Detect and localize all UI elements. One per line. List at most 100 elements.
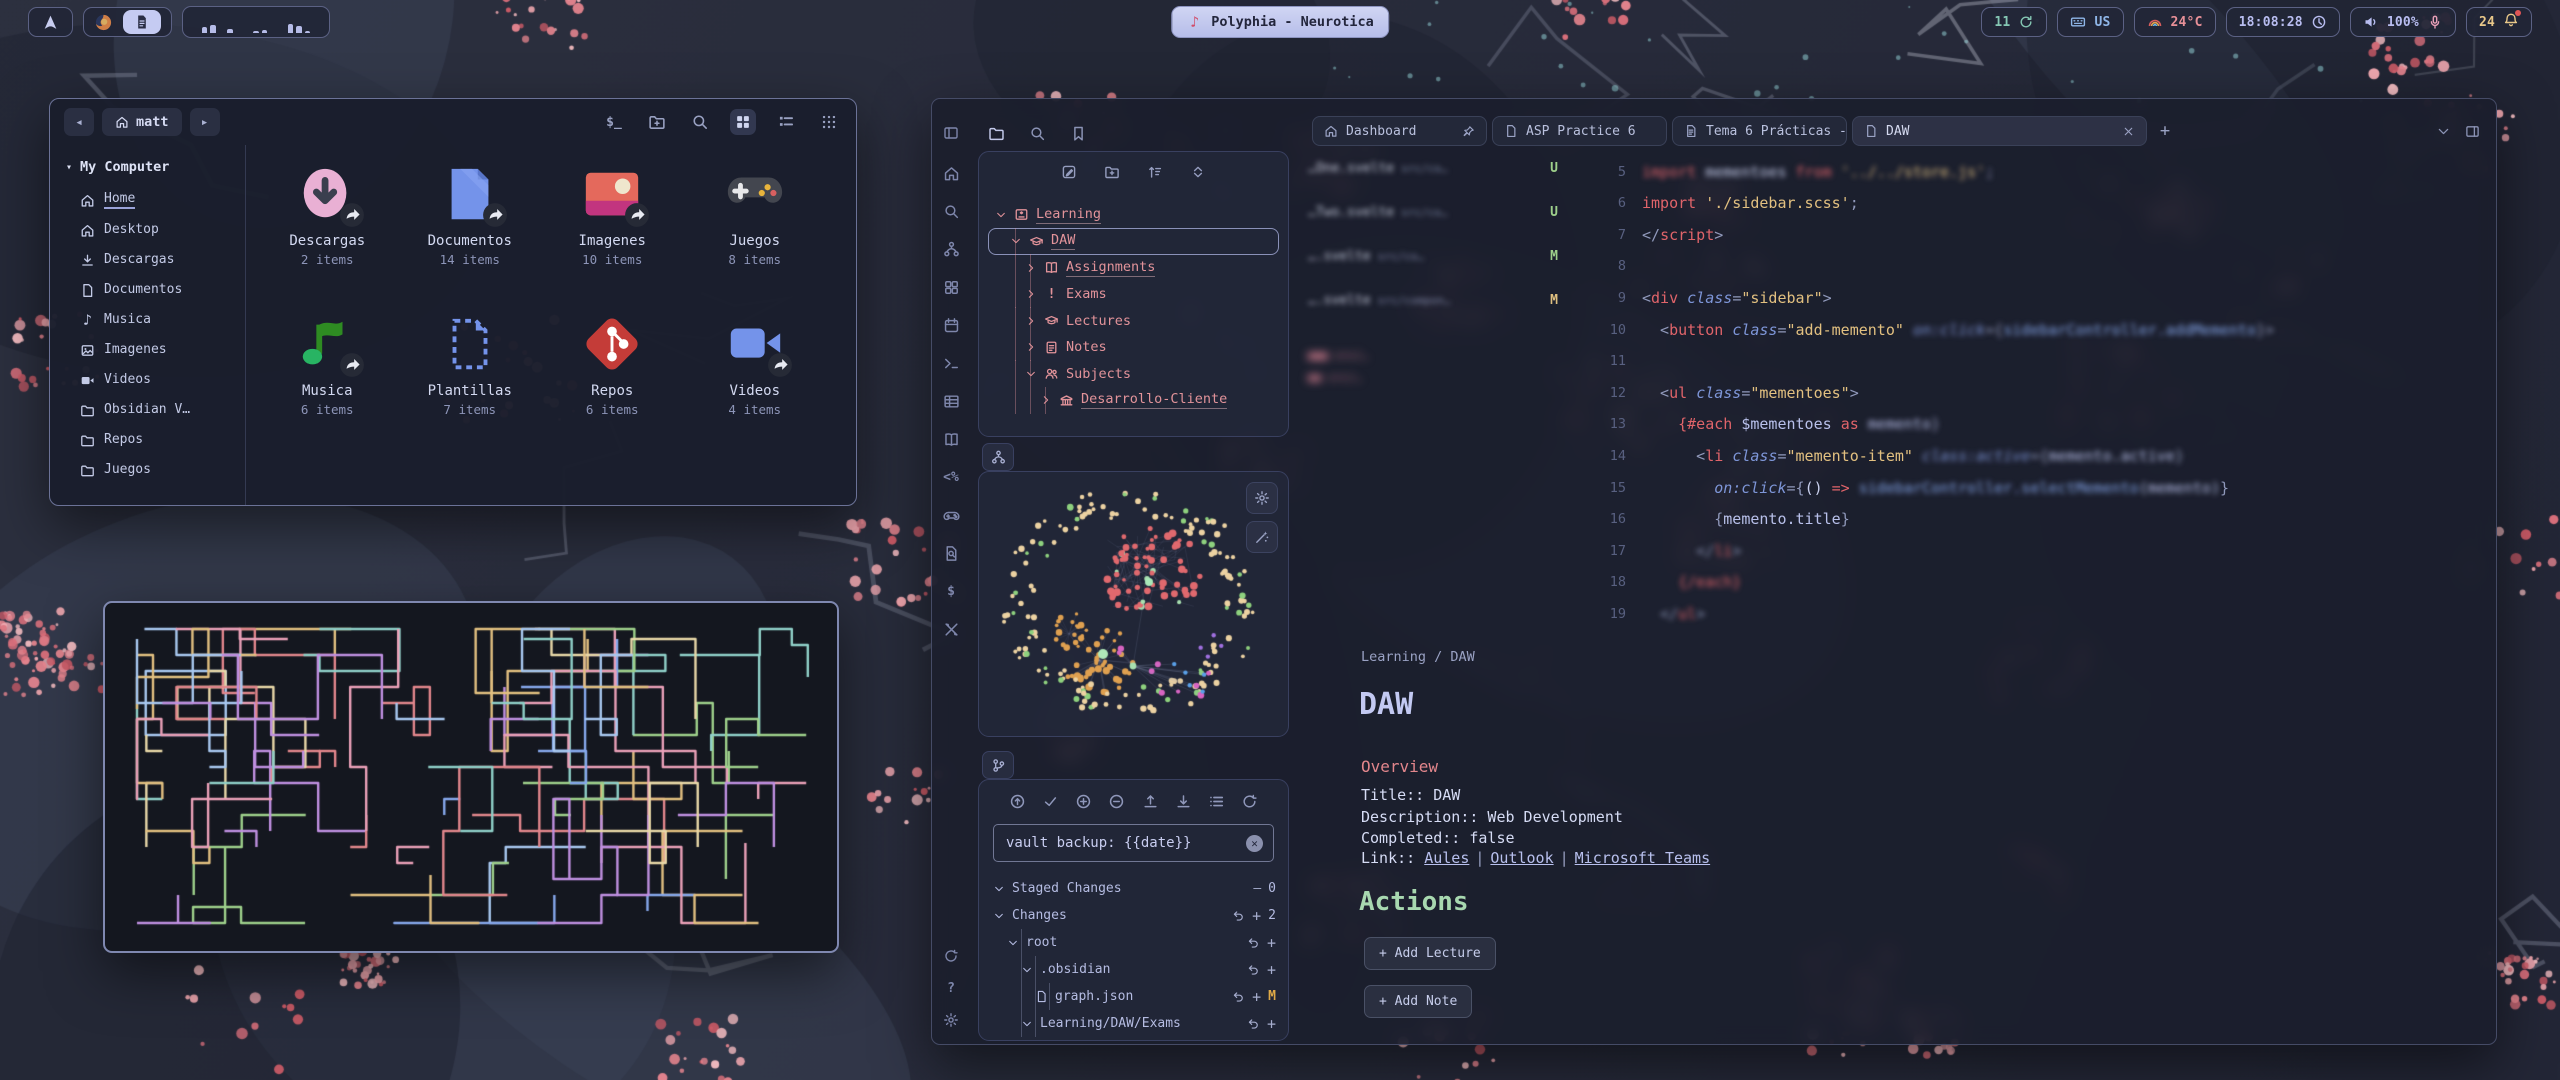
now-playing[interactable]: ♪ Polyphia - Neurotica bbox=[1171, 6, 1389, 38]
forward-button[interactable]: ▸ bbox=[190, 108, 220, 136]
push-icon[interactable] bbox=[1142, 793, 1159, 810]
stage-icon[interactable]: + bbox=[1252, 907, 1261, 925]
tree-item-learning[interactable]: Learning bbox=[989, 202, 1278, 227]
workspace-switcher[interactable] bbox=[83, 7, 172, 37]
sync-icon[interactable] bbox=[943, 948, 959, 964]
git-row-graph.json[interactable]: graph.json+M bbox=[991, 984, 1276, 1009]
new-note-icon[interactable] bbox=[1061, 164, 1077, 180]
dollar-icon[interactable]: $ bbox=[943, 583, 960, 600]
template-icon[interactable]: <% bbox=[943, 469, 960, 486]
tree-item-exams[interactable]: !Exams bbox=[989, 282, 1278, 307]
git-row-.obsidian[interactable]: .obsidian+ bbox=[991, 957, 1276, 982]
file-search-icon[interactable] bbox=[943, 545, 960, 562]
tree-item-lectures[interactable]: Lectures bbox=[989, 308, 1278, 333]
unstage-icon[interactable]: — bbox=[1253, 881, 1261, 896]
stage-icon[interactable]: + bbox=[1267, 961, 1276, 979]
stage-icon[interactable]: + bbox=[1267, 934, 1276, 952]
firefox-icon[interactable] bbox=[94, 13, 113, 32]
git-row-root[interactable]: root+ bbox=[991, 930, 1276, 955]
wand-button[interactable] bbox=[1246, 521, 1278, 553]
sort-icon[interactable] bbox=[1147, 164, 1163, 180]
commit-icon[interactable] bbox=[1009, 793, 1026, 810]
tree-item-daw[interactable]: DAW bbox=[989, 229, 1278, 254]
git-row-stagedchanges[interactable]: Staged Changes—0 bbox=[991, 876, 1276, 901]
commit-message-input[interactable] bbox=[1004, 834, 1246, 852]
tab-dashboard[interactable]: Dashboard bbox=[1312, 116, 1487, 146]
launcher-button[interactable] bbox=[28, 7, 73, 37]
graph-canvas[interactable] bbox=[981, 474, 1288, 736]
sidebar-item-desktop[interactable]: Desktop bbox=[80, 215, 245, 245]
folder-documentos[interactable]: Documentos14 items bbox=[399, 163, 542, 313]
git-row-learningdawexams[interactable]: Learning/DAW/Exams+ bbox=[991, 1011, 1276, 1036]
note-link-outlook[interactable]: Outlook bbox=[1490, 849, 1553, 867]
folder-musica[interactable]: Musica6 items bbox=[256, 313, 399, 463]
pin-icon[interactable] bbox=[1462, 125, 1475, 138]
folder-imagenes[interactable]: Imagenes10 items bbox=[541, 163, 684, 313]
folder-descargas[interactable]: Descargas2 items bbox=[256, 163, 399, 313]
settings-button[interactable] bbox=[1246, 482, 1278, 514]
sidebar-item-musica[interactable]: ♪Musica bbox=[80, 305, 245, 335]
list-view-button[interactable] bbox=[773, 109, 799, 135]
status-updates[interactable]: 11 bbox=[1981, 7, 2047, 37]
source-control-file[interactable]: ….sveltesrc/compon…M bbox=[1308, 293, 1558, 308]
sidebar-section-header[interactable]: ▾My Computer bbox=[66, 159, 245, 175]
tree-item-desarrollo-cliente[interactable]: Desarrollo-Cliente bbox=[989, 388, 1278, 413]
graph-icon[interactable] bbox=[943, 241, 960, 258]
calendar-icon[interactable] bbox=[943, 317, 960, 334]
folder-icon[interactable] bbox=[988, 125, 1005, 142]
undo-icon[interactable] bbox=[1247, 936, 1260, 949]
close-icon[interactable] bbox=[2122, 125, 2135, 138]
sidebar-item-repos[interactable]: Repos bbox=[80, 425, 245, 455]
status-audio[interactable]: 100% bbox=[2350, 7, 2456, 37]
undo-icon[interactable] bbox=[1247, 963, 1260, 976]
circle-minus-icon[interactable] bbox=[1108, 793, 1125, 810]
tab-daw[interactable]: DAW bbox=[1852, 116, 2147, 146]
gamepad-icon[interactable] bbox=[943, 507, 960, 524]
git-badge[interactable] bbox=[982, 751, 1014, 779]
grid-view-button[interactable] bbox=[730, 109, 756, 135]
check-icon[interactable] bbox=[1042, 793, 1059, 810]
undo-icon[interactable] bbox=[1247, 1017, 1260, 1030]
search-icon[interactable] bbox=[1029, 125, 1046, 142]
folder-repos[interactable]: Repos6 items bbox=[541, 313, 684, 463]
stage-icon[interactable]: + bbox=[1252, 988, 1261, 1006]
graph-badge[interactable] bbox=[982, 443, 1014, 471]
pull-icon[interactable] bbox=[1175, 793, 1192, 810]
git-row-changes[interactable]: Changes+2 bbox=[991, 903, 1276, 928]
tab-asp-practice-6[interactable]: ASP Practice 6 bbox=[1492, 116, 1667, 146]
button---add-note[interactable]: + Add Note bbox=[1364, 985, 1472, 1018]
new-folder-icon[interactable] bbox=[1104, 164, 1120, 180]
tree-item-notes[interactable]: Notes bbox=[989, 335, 1278, 360]
undo-icon[interactable] bbox=[1232, 990, 1245, 1003]
sidebar-item-descargas[interactable]: Descargas bbox=[80, 245, 245, 275]
sidebar-item-obsidianv[interactable]: Obsidian V… bbox=[80, 395, 245, 425]
tab-tema-6-pr-cticas---[interactable]: Tema 6 Prácticas -… bbox=[1672, 116, 1847, 146]
source-control-file[interactable]: …Two.sveltesrc/co…U bbox=[1308, 205, 1558, 220]
note-link-microsoft-teams[interactable]: Microsoft Teams bbox=[1575, 849, 1710, 867]
tree-item-assignments[interactable]: Assignments bbox=[989, 255, 1278, 280]
terminal-button[interactable]: $_ bbox=[601, 109, 627, 135]
sidebar-item-videos[interactable]: Videos bbox=[80, 365, 245, 395]
chevron-down-icon[interactable] bbox=[2436, 124, 2451, 139]
home-icon[interactable] bbox=[943, 165, 960, 182]
sync-icon[interactable] bbox=[1241, 793, 1258, 810]
sidebar-item-imagenes[interactable]: Imagenes bbox=[80, 335, 245, 365]
folder-juegos[interactable]: Juegos8 items bbox=[684, 163, 827, 313]
back-button[interactable]: ◂ bbox=[64, 108, 94, 136]
book-icon[interactable] bbox=[943, 431, 960, 448]
sidebar-item-juegos[interactable]: Juegos bbox=[80, 455, 245, 485]
help-icon[interactable]: ? bbox=[943, 980, 959, 996]
status-clock[interactable]: 18:08:28 bbox=[2226, 7, 2340, 37]
breadcrumb[interactable]: matt bbox=[102, 108, 182, 136]
tree-item-subjects[interactable]: Subjects bbox=[989, 361, 1278, 386]
list-icon[interactable] bbox=[1208, 793, 1225, 810]
stage-icon[interactable]: + bbox=[1267, 1015, 1276, 1033]
sidebar-item-home[interactable]: Home bbox=[80, 185, 245, 215]
panel-left-icon[interactable] bbox=[943, 125, 959, 141]
clear-commit-icon[interactable]: ✕ bbox=[1246, 835, 1263, 852]
folder-videos[interactable]: Videos4 items bbox=[684, 313, 827, 463]
status-weather[interactable]: 24°C bbox=[2134, 7, 2216, 37]
dice-icon[interactable] bbox=[943, 621, 960, 638]
status-keyboard[interactable]: US bbox=[2057, 7, 2123, 37]
terminal2-icon[interactable] bbox=[943, 355, 960, 372]
